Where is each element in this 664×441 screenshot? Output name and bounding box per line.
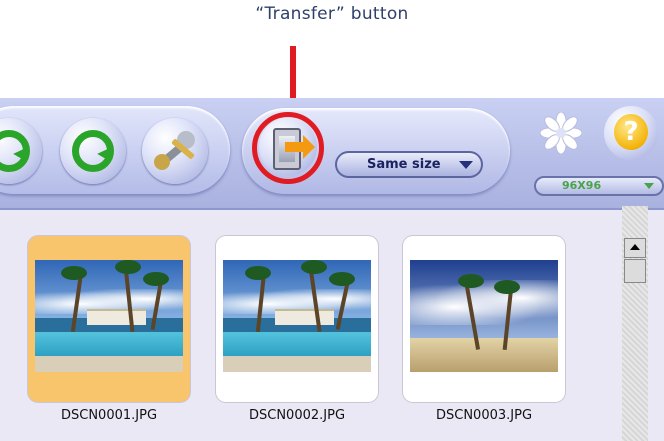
chevron-down-icon (459, 161, 473, 169)
thumbnail-dscn0002[interactable] (216, 236, 378, 402)
rotate-left-icon (0, 130, 30, 172)
photo-resort-pool (223, 260, 371, 372)
rotate-right-button[interactable] (60, 118, 126, 184)
scroll-up-button[interactable] (624, 238, 646, 258)
rotate-right-icon (72, 130, 114, 172)
transfer-highlight-circle (252, 112, 324, 184)
callout-label: “Transfer” button (255, 4, 409, 24)
image-size-select[interactable]: Same size (335, 151, 483, 178)
thumbnail-dscn0001[interactable] (28, 236, 190, 402)
edit-tools-button[interactable] (142, 118, 208, 184)
photo-resort-pool (35, 260, 183, 372)
thumbnail-dscn0003[interactable] (403, 236, 565, 402)
help-icon: ? (614, 114, 648, 150)
tools-icon (154, 131, 195, 170)
filename-label: DSCN0001.JPG (60, 408, 158, 423)
image-size-value: Same size (367, 157, 441, 172)
scroll-thumb[interactable] (624, 259, 646, 283)
filename-label: DSCN0003.JPG (435, 408, 533, 423)
photo-beach-palms (410, 260, 558, 372)
thumbnail-size-value: 96X96 (562, 179, 602, 192)
thumbnail-size-select[interactable]: 96X96 (534, 176, 664, 196)
help-button[interactable]: ? (604, 106, 658, 160)
filename-label: DSCN0002.JPG (248, 408, 346, 423)
chevron-down-icon (644, 183, 654, 189)
flower-icon (540, 112, 582, 154)
